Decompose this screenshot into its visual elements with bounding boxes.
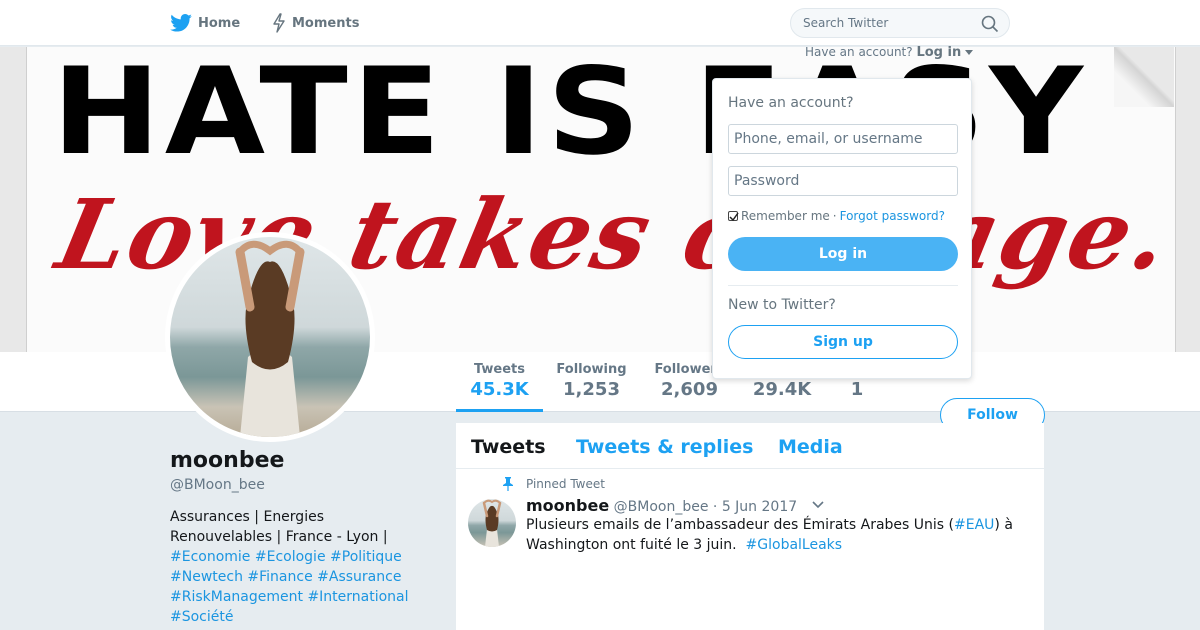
hashtag-link[interactable]: #Ecologie <box>255 549 326 565</box>
separator: · <box>832 209 837 223</box>
remember-checkbox[interactable] <box>728 211 739 222</box>
stat-value: 1 <box>850 379 864 400</box>
stat-value: 45.3K <box>470 379 529 400</box>
tab-media[interactable]: Media <box>778 436 843 458</box>
password-placeholder: Password <box>734 173 800 189</box>
chevron-down-icon[interactable] <box>812 501 824 509</box>
hashtag-link[interactable]: #International <box>307 589 408 605</box>
tweet-avatar[interactable] <box>468 499 516 547</box>
tweet-avatar-photo <box>482 499 502 547</box>
hashtag-link[interactable]: #Politique <box>330 549 402 565</box>
tweet-header: moonbee @BMoon_bee · 5 Jun 2017 <box>526 496 797 515</box>
tweet-text-part: Plusieurs emails de l’ambassadeur des Ém… <box>526 517 955 533</box>
tweet-hashtag[interactable]: #EAU <box>954 517 994 533</box>
timeline: Tweets Tweets & replies Media Pinned Twe… <box>456 423 1044 630</box>
login-dropdown-toggle[interactable]: Log in <box>916 45 961 60</box>
account-prompt-text: Have an account? <box>805 45 913 59</box>
stat-label: Following <box>556 362 627 377</box>
hashtag-link[interactable]: #RiskManagement <box>170 589 303 605</box>
check-icon <box>729 212 739 222</box>
signup-button[interactable]: Sign up <box>728 325 958 359</box>
caret-down-icon[interactable] <box>965 50 974 56</box>
username-field[interactable]: Phone, email, or username <box>728 124 958 154</box>
pin-icon <box>503 477 513 491</box>
hashtag-link[interactable]: #Newtech <box>170 569 243 585</box>
nav-home-label: Home <box>198 15 241 31</box>
stat-label: Tweets <box>473 362 526 377</box>
tweet-hashtag[interactable]: #GlobalLeaks <box>746 537 843 553</box>
pinned-tweet-label: Pinned Tweet <box>526 477 605 491</box>
remember-row: Remember me · Forgot password? <box>728 209 945 223</box>
hashtag-link[interactable]: #Société <box>170 609 234 625</box>
tweet-date[interactable]: · 5 Jun 2017 <box>713 499 797 515</box>
tweet-text: Plusieurs emails de l’ambassadeur des Ém… <box>526 515 1026 555</box>
profile-avatar[interactable] <box>165 232 375 442</box>
hashtag-link[interactable]: #Assurance <box>317 569 401 585</box>
bio-text: Assurances | Energies Renouvelables | Fr… <box>170 509 388 545</box>
stat-tweets[interactable]: Tweets 45.3K <box>456 362 543 412</box>
forgot-password-link[interactable]: Forgot password? <box>840 209 945 223</box>
nav-home[interactable]: Home <box>170 0 240 46</box>
username-placeholder: Phone, email, or username <box>734 131 923 147</box>
login-dropdown: Have an account? Phone, email, or userna… <box>712 78 972 379</box>
stat-value: 1,253 <box>563 379 620 400</box>
search-icon[interactable] <box>981 15 999 33</box>
nav-moments-label: Moments <box>292 15 360 31</box>
top-navigation: Home Moments Search Twitter <box>0 0 1200 46</box>
tweet-author-handle[interactable]: @BMoon_bee <box>614 499 709 515</box>
account-prompt: Have an account? Log in <box>805 45 974 60</box>
display-name[interactable]: moonbee <box>170 448 430 473</box>
nav-moments[interactable]: Moments <box>272 0 359 46</box>
divider <box>728 285 958 286</box>
tab-tweets[interactable]: Tweets <box>471 436 546 458</box>
search-placeholder: Search Twitter <box>803 16 889 30</box>
twitter-bird-icon <box>170 14 192 32</box>
tweet-author-name[interactable]: moonbee <box>526 496 609 515</box>
avatar-photo <box>235 240 305 437</box>
tab-tweets-replies[interactable]: Tweets & replies <box>576 436 753 458</box>
stat-value: 29.4K <box>752 379 812 400</box>
remember-label: Remember me <box>741 209 830 223</box>
stat-following[interactable]: Following 1,253 <box>553 362 630 400</box>
search-input[interactable]: Search Twitter <box>790 8 1010 38</box>
login-button[interactable]: Log in <box>728 237 958 271</box>
signup-heading: New to Twitter? <box>728 297 836 313</box>
lightning-icon <box>273 13 285 33</box>
hashtag-link[interactable]: #Finance <box>247 569 312 585</box>
timeline-tabs: Tweets Tweets & replies Media <box>456 423 1044 469</box>
screen-name[interactable]: @BMoon_bee <box>170 477 430 493</box>
hashtag-link[interactable]: #Economie <box>170 549 250 565</box>
page-curl <box>1114 47 1174 107</box>
login-heading: Have an account? <box>728 95 854 111</box>
profile-info: moonbee @BMoon_bee Assurances | Energies… <box>170 448 430 627</box>
stat-value: 2,609 <box>661 379 718 400</box>
password-field[interactable]: Password <box>728 166 958 196</box>
profile-bio: Assurances | Energies Renouvelables | Fr… <box>170 507 430 627</box>
